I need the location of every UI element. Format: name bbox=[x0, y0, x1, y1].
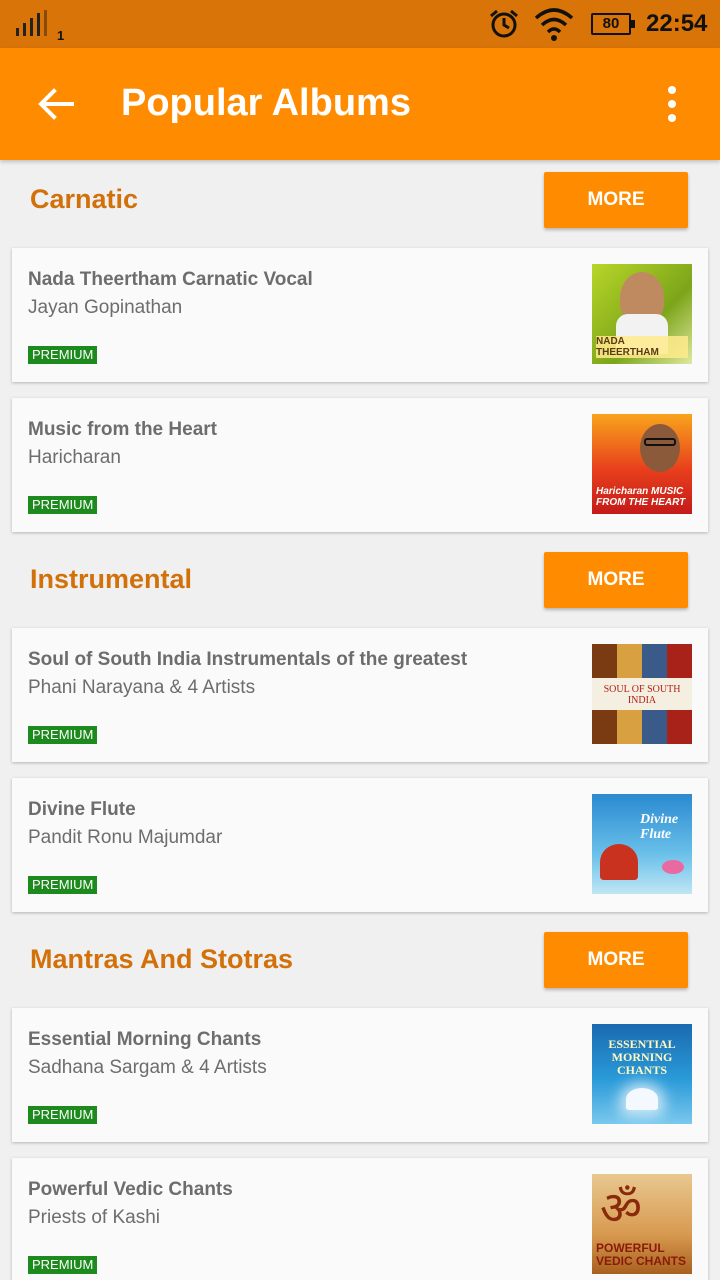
page-title: Popular Albums bbox=[121, 82, 411, 124]
album-title: Essential Morning Chants bbox=[28, 1029, 262, 1050]
album-artist: Jayan Gopinathan bbox=[28, 297, 183, 318]
album-title: Soul of South India Instrumentals of the… bbox=[28, 649, 468, 670]
section-title-mantras-and-stotras: Mantras And Stotras bbox=[30, 944, 294, 974]
album-art: ॐ POWERFUL VEDIC CHANTS bbox=[592, 1174, 692, 1274]
album-art: Divine Flute bbox=[592, 794, 692, 894]
album-artist: Phani Narayana & 4 Artists bbox=[28, 677, 256, 698]
album-artist: Sadhana Sargam & 4 Artists bbox=[28, 1057, 267, 1078]
more-button-carnatic[interactable]: MORE bbox=[544, 172, 688, 228]
album-title: Music from the Heart bbox=[28, 419, 217, 440]
album-title: Nada Theertham Carnatic Vocal bbox=[28, 269, 313, 290]
premium-badge: PREMIUM bbox=[28, 1106, 98, 1124]
album-art-text: NADA THEERTHAM bbox=[596, 336, 688, 358]
app-bar: Popular Albums bbox=[0, 48, 720, 160]
album-card[interactable]: Powerful Vedic Chants Priests of Kashi P… bbox=[12, 1158, 708, 1280]
album-card[interactable]: Divine Flute Pandit Ronu Majumdar PREMIU… bbox=[12, 778, 708, 912]
section-title-instrumental: Instrumental bbox=[30, 564, 193, 594]
back-arrow-icon[interactable] bbox=[36, 84, 76, 124]
overflow-menu-icon[interactable] bbox=[658, 84, 686, 124]
clock: 22:54 bbox=[646, 10, 708, 37]
album-art-text: ESSENTIAL MORNING CHANTS bbox=[608, 1037, 676, 1077]
album-art: Haricharan MUSIC FROM THE HEART bbox=[592, 414, 692, 514]
album-artist: Priests of Kashi bbox=[28, 1207, 160, 1228]
album-art-text: Divine Flute bbox=[640, 812, 679, 842]
wifi-icon bbox=[534, 8, 574, 41]
album-art-text: SOUL OF SOUTH INDIA bbox=[603, 684, 681, 706]
album-card[interactable]: Soul of South India Instrumentals of the… bbox=[12, 628, 708, 762]
alarm-icon bbox=[490, 9, 518, 38]
album-art: SOUL OF SOUTH INDIA bbox=[592, 644, 692, 744]
album-card[interactable]: Nada Theertham Carnatic Vocal Jayan Gopi… bbox=[12, 248, 708, 382]
premium-badge: PREMIUM bbox=[28, 346, 98, 364]
album-artist: Haricharan bbox=[28, 447, 121, 468]
album-art: NADA THEERTHAM bbox=[592, 264, 692, 364]
album-artist: Pandit Ronu Majumdar bbox=[28, 827, 223, 848]
album-art-text: Haricharan MUSIC FROM THE HEART bbox=[596, 486, 686, 508]
album-card[interactable]: Essential Morning Chants Sadhana Sargam … bbox=[12, 1008, 708, 1142]
album-art-text: POWERFUL VEDIC CHANTS bbox=[596, 1241, 687, 1268]
signal-icon bbox=[16, 10, 47, 36]
premium-badge: PREMIUM bbox=[28, 496, 98, 514]
more-button-mantras-and-stotras[interactable]: MORE bbox=[544, 932, 688, 988]
album-card[interactable]: Music from the Heart Haricharan PREMIUM … bbox=[12, 398, 708, 532]
premium-badge: PREMIUM bbox=[28, 1256, 98, 1274]
premium-badge: PREMIUM bbox=[28, 726, 98, 744]
sim-indicator: 1 bbox=[57, 28, 65, 43]
section-title-carnatic: Carnatic bbox=[30, 184, 139, 214]
album-title: Powerful Vedic Chants bbox=[28, 1179, 233, 1200]
battery-indicator: 80 bbox=[591, 13, 635, 35]
more-button-instrumental[interactable]: MORE bbox=[544, 552, 688, 608]
album-art: ESSENTIAL MORNING CHANTS bbox=[592, 1024, 692, 1124]
om-symbol-icon: ॐ bbox=[600, 1181, 642, 1235]
album-title: Divine Flute bbox=[28, 799, 136, 820]
status-bar: 1 80 22:54 bbox=[0, 0, 720, 48]
premium-badge: PREMIUM bbox=[28, 876, 98, 894]
